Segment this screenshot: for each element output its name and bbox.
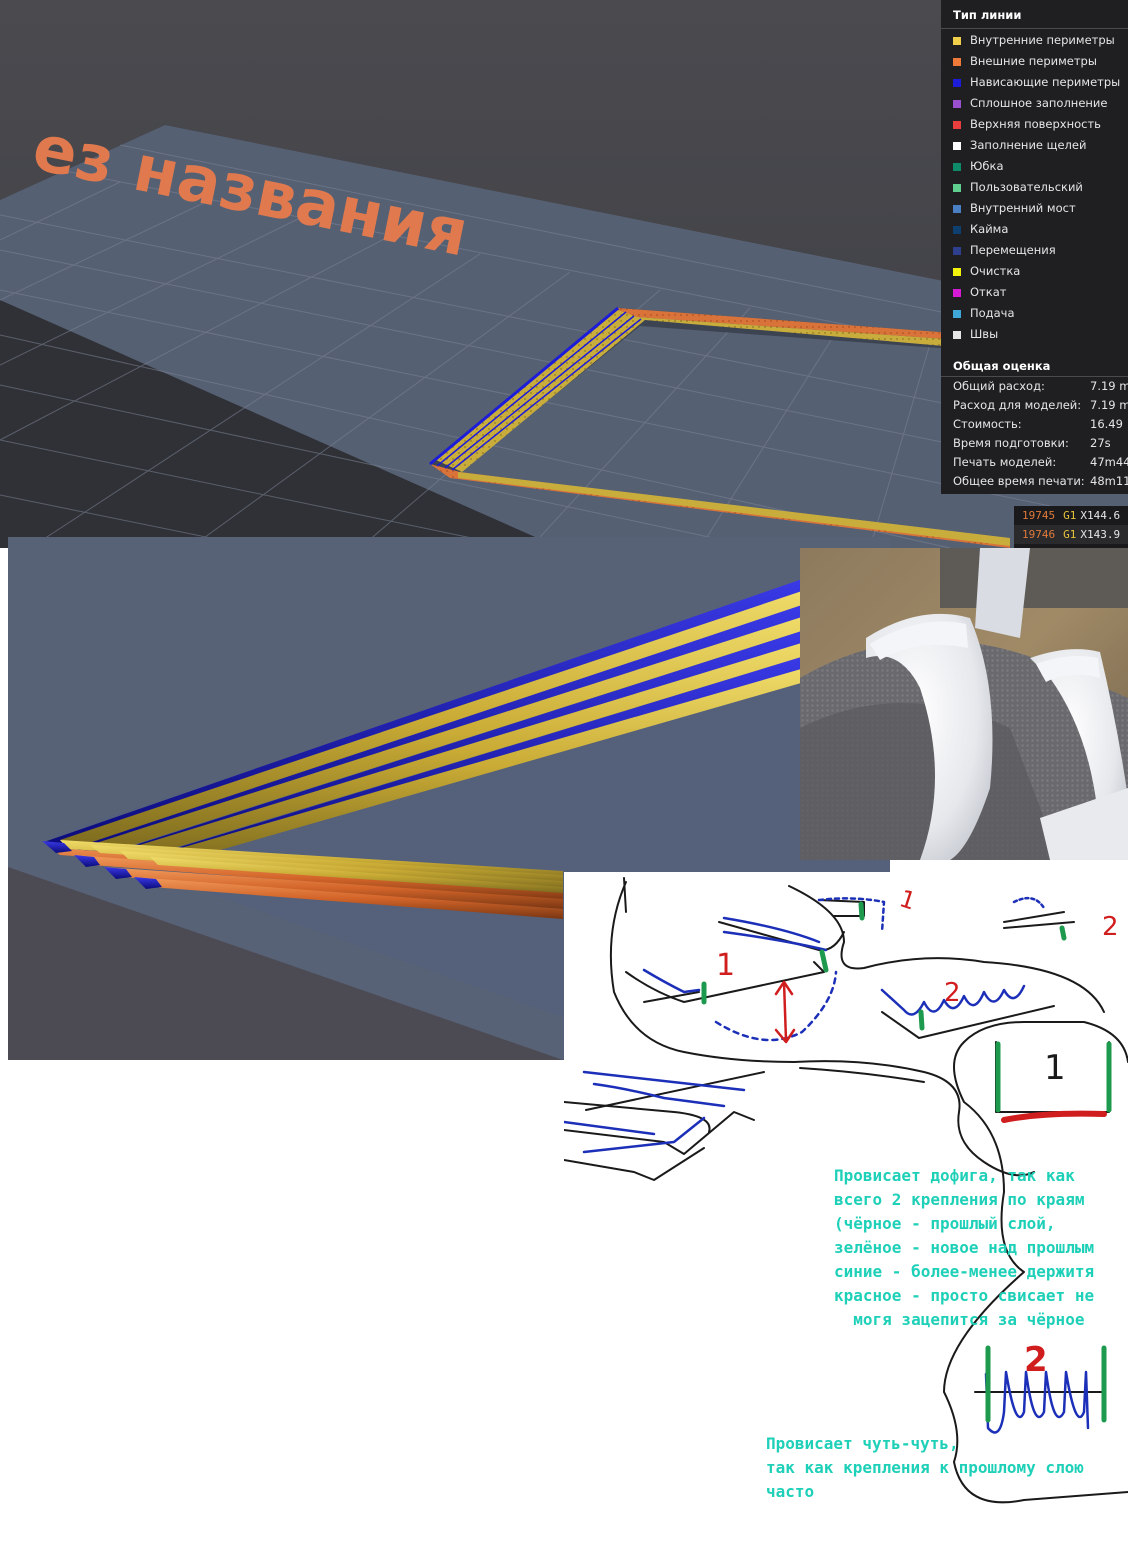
summary-list: Общий расход: 7.19 m Расход для моделей: 7.… bbox=[941, 377, 1128, 491]
summary-key: Общее время печати: bbox=[953, 474, 1085, 488]
annotation-note-2: Провисает чуть-чуть, так как крепления к… bbox=[766, 1434, 1084, 1501]
legend-swatch-icon bbox=[953, 36, 961, 45]
legend-swatch-icon bbox=[953, 288, 961, 297]
legend-swatch-icon bbox=[953, 99, 961, 108]
summary-key: Стоимость: bbox=[953, 417, 1022, 431]
summary-value: 7.19 m bbox=[1090, 379, 1128, 393]
legend-item-label: Швы bbox=[970, 327, 999, 341]
summary-key: Расход для моделей: bbox=[953, 398, 1082, 412]
gcode-args: X143.9 bbox=[1080, 528, 1121, 541]
legend-item-label: Откат bbox=[970, 285, 1007, 299]
legend-swatch-icon bbox=[953, 183, 961, 192]
legend-swatch-icon bbox=[953, 120, 961, 129]
slicer-3d-viewport[interactable]: ез названия Тип линии Внутренние перимет… bbox=[0, 0, 1128, 548]
legend-item-label: Сплошное заполнение bbox=[970, 96, 1108, 110]
legend-title: Тип линии bbox=[941, 0, 1128, 29]
summary-title: Общая оценка bbox=[941, 354, 1128, 377]
hand-drawn-sketch: 1 1 2 2 1 2 Провисает дофига, так как вс… bbox=[564, 872, 1128, 1548]
sketch-label-2b: 2 bbox=[1102, 912, 1119, 942]
legend-item-label: Внутренний мост bbox=[970, 201, 1076, 215]
legend-item: Верхняя поверхность bbox=[941, 114, 1128, 135]
sketch-label-2a: 2 bbox=[944, 978, 961, 1008]
legend-swatch-icon bbox=[953, 57, 961, 66]
legend-item-label: Внутренние периметры bbox=[970, 33, 1115, 47]
legend-item-label: Заполнение щелей bbox=[970, 138, 1087, 152]
legend-item: Швы bbox=[941, 324, 1128, 345]
summary-row: Расход для моделей: 7.19 m bbox=[941, 396, 1128, 415]
legend-swatch-icon bbox=[953, 225, 961, 234]
sketch-label-1a: 1 bbox=[716, 948, 736, 983]
summary-value: 7.19 m bbox=[1090, 398, 1128, 412]
legend-swatch-icon bbox=[953, 309, 961, 318]
legend-swatch-icon bbox=[953, 162, 961, 171]
gcode-args: X144.6 bbox=[1080, 509, 1121, 522]
legend-item: Внутренний мост bbox=[941, 198, 1128, 219]
legend-swatch-icon bbox=[953, 204, 961, 213]
legend-item: Юбка bbox=[941, 156, 1128, 177]
legend-item: Очистка bbox=[941, 261, 1128, 282]
gcode-command: G1 bbox=[1063, 528, 1077, 541]
legend-list: Внутренние периметры Внешние периметры Нав… bbox=[941, 30, 1128, 345]
summary-value: 16.49 bbox=[1090, 417, 1123, 431]
print-photo bbox=[800, 548, 1128, 860]
sketch-label-1c: 1 bbox=[1044, 1048, 1066, 1088]
summary-value: 48m11 bbox=[1090, 474, 1128, 488]
legend-swatch-icon bbox=[953, 78, 961, 87]
legend-item: Внешние периметры bbox=[941, 51, 1128, 72]
summary-row: Стоимость: 16.49 bbox=[941, 415, 1128, 434]
summary-row: Общее время печати: 48m11 bbox=[941, 472, 1128, 491]
gcode-command: G1 bbox=[1063, 509, 1077, 522]
legend-item: Откат bbox=[941, 282, 1128, 303]
gcode-line-number: 19745 bbox=[1022, 509, 1056, 522]
summary-row: Общий расход: 7.19 m bbox=[941, 377, 1128, 396]
legend-item-label: Внешние периметры bbox=[970, 54, 1097, 68]
legend-item-label: Кайма bbox=[970, 222, 1009, 236]
legend-item: Сплошное заполнение bbox=[941, 93, 1128, 114]
gcode-viewer[interactable]: 19745 G1 X144.6 19746 G1 X143.9 bbox=[1014, 506, 1128, 548]
legend-item: Кайма bbox=[941, 219, 1128, 240]
summary-row: Печать моделей: 47m44 bbox=[941, 453, 1128, 472]
legend-swatch-icon bbox=[953, 141, 961, 150]
legend-item-label: Подача bbox=[970, 306, 1015, 320]
annotation-note-1: Провисает дофига, так как всего 2 крепле… bbox=[834, 1166, 1095, 1329]
legend-item-label: Перемещения bbox=[970, 243, 1056, 257]
summary-key: Время подготовки: bbox=[953, 436, 1069, 450]
legend-item: Нависающие периметры bbox=[941, 72, 1128, 93]
legend-item-label: Юбка bbox=[970, 159, 1004, 173]
legend-panel: Тип линии Внутренние периметры Внешние пе… bbox=[941, 0, 1128, 494]
bridge-print-photo bbox=[800, 548, 1128, 860]
gcode-line-number: 19746 bbox=[1022, 528, 1056, 541]
legend-swatch-icon bbox=[953, 267, 961, 276]
legend-item: Внутренние периметры bbox=[941, 30, 1128, 51]
legend-item-label: Очистка bbox=[970, 264, 1021, 278]
summary-row: Время подготовки: 27s bbox=[941, 434, 1128, 453]
gcode-line: 19746 G1 X143.9 bbox=[1014, 525, 1128, 544]
legend-swatch-icon bbox=[953, 330, 961, 339]
legend-item: Пользовательский bbox=[941, 177, 1128, 198]
summary-key: Общий расход: bbox=[953, 379, 1045, 393]
legend-item: Заполнение щелей bbox=[941, 135, 1128, 156]
summary-value: 47m44 bbox=[1090, 455, 1128, 469]
summary-value: 27s bbox=[1090, 436, 1111, 450]
legend-item: Подача bbox=[941, 303, 1128, 324]
legend-swatch-icon bbox=[953, 246, 961, 255]
sketch-label-2c: 2 bbox=[1024, 1340, 1048, 1380]
legend-item-label: Пользовательский bbox=[970, 180, 1083, 194]
legend-item-label: Верхняя поверхность bbox=[970, 117, 1101, 131]
legend-item-label: Нависающие периметры bbox=[970, 75, 1121, 89]
gcode-line: 19745 G1 X144.6 bbox=[1014, 506, 1128, 525]
legend-item: Перемещения bbox=[941, 240, 1128, 261]
summary-key: Печать моделей: bbox=[953, 455, 1057, 469]
